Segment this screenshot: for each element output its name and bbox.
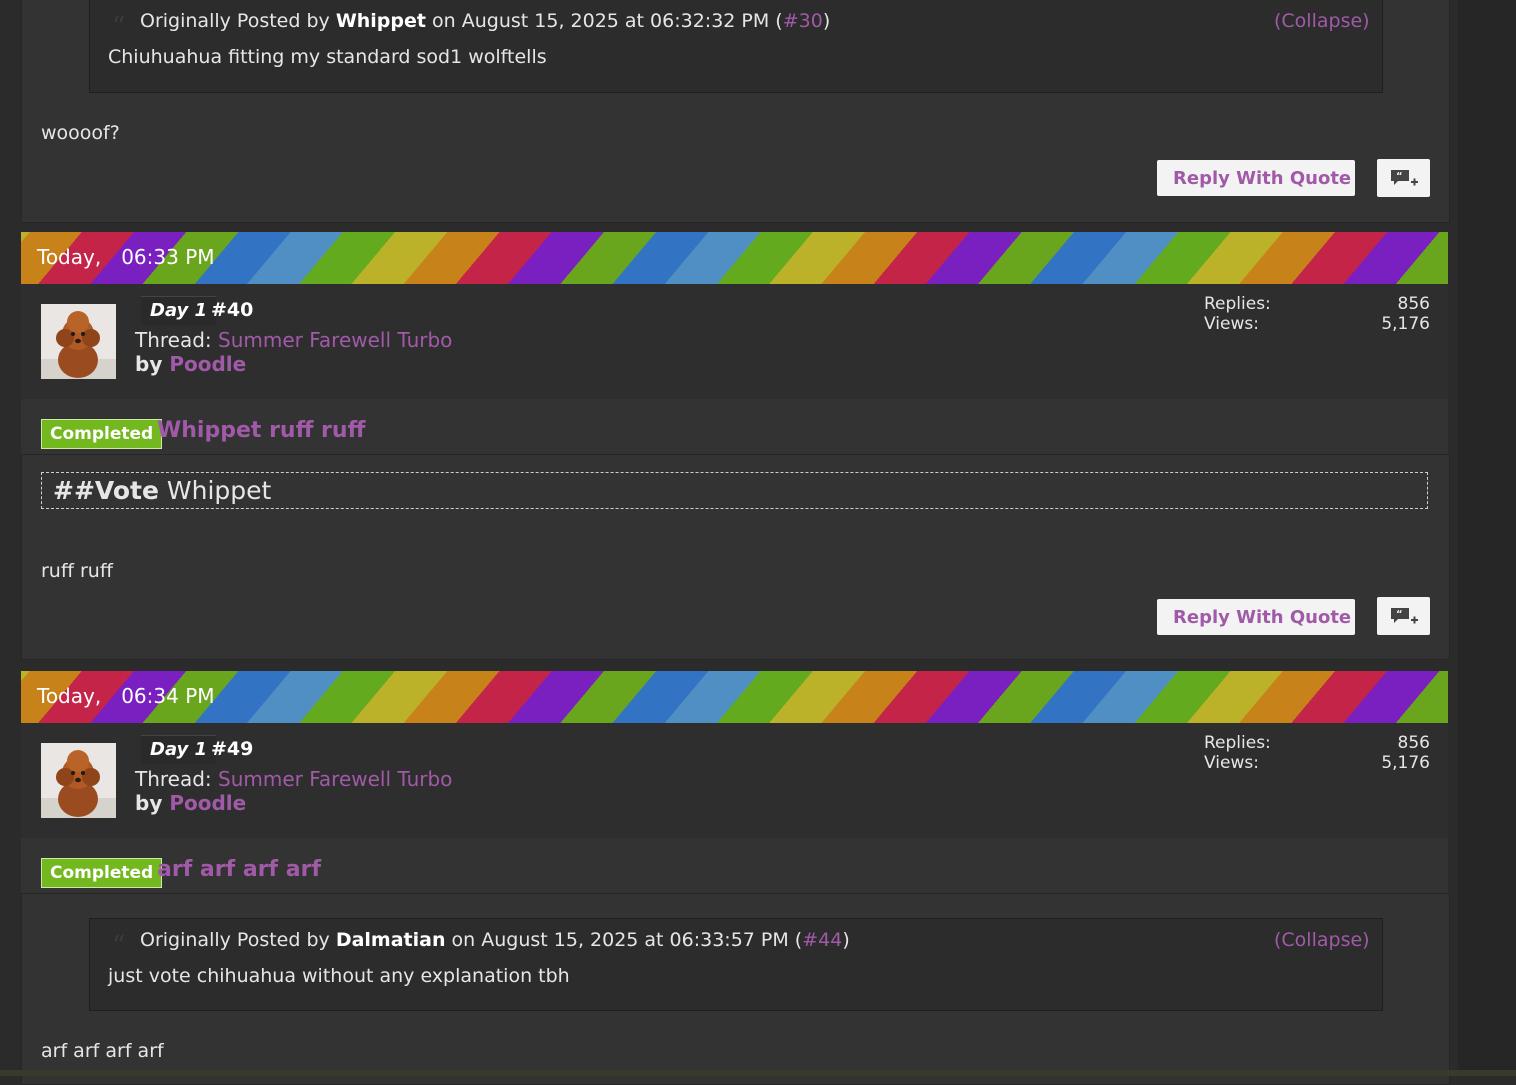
day-badge: Day 1	[141, 296, 217, 325]
day-badge: Day 1	[141, 735, 217, 764]
quote-icon: “	[112, 12, 126, 42]
quote-block: “ Originally Posted by Whippet on August…	[89, 0, 1383, 93]
post-time: 06:33 PM	[121, 245, 215, 269]
multiquote-button[interactable]: “	[1377, 159, 1430, 197]
thread-line: Thread: Summer Farewell Turbo	[135, 767, 453, 791]
quote-header: Originally Posted by Whippet on August 1…	[140, 10, 831, 32]
post-date: Today,	[37, 684, 102, 708]
multiquote-button[interactable]: “	[1377, 597, 1430, 635]
page-gutter	[1458, 0, 1516, 1076]
reply-with-quote-button[interactable]: “ Reply With Quote	[1157, 160, 1355, 196]
bottom-divider	[0, 1070, 1516, 1076]
quote-icon: “	[112, 931, 126, 961]
by-line: by Poodle	[135, 352, 247, 376]
multiquote-plus-icon: “	[1390, 170, 1418, 186]
multiquote-plus-icon: “	[1390, 608, 1418, 624]
post-date-bar: Today, 06:33 PM	[21, 232, 1448, 284]
replies-count: 856	[1397, 294, 1430, 314]
replies-count: 856	[1397, 733, 1430, 753]
post-time: 06:34 PM	[121, 684, 215, 708]
quote-block: “ Originally Posted by Dalmatian on Augu…	[89, 918, 1383, 1011]
avatar[interactable]	[41, 743, 116, 818]
thread-stats: Replies: 856 Views: 5,176	[1204, 733, 1430, 773]
thread-link[interactable]: Summer Farewell Turbo	[218, 767, 452, 791]
post-title[interactable]: arf arf arf arf	[157, 857, 321, 882]
post-info: Day 1 #49 Thread: Summer Farewell Turbo …	[21, 723, 1448, 838]
post-number[interactable]: #49	[211, 735, 253, 763]
quote-source-link[interactable]: #44	[802, 929, 842, 951]
svg-text:“: “	[1396, 171, 1403, 182]
collapse-link[interactable]: (Collapse)	[1274, 10, 1370, 32]
post-title[interactable]: Whippet ruff ruff	[157, 418, 365, 443]
post-tail: “ Originally Posted by Whippet on August…	[21, 0, 1450, 223]
collapse-link[interactable]: (Collapse)	[1274, 929, 1370, 951]
post-body: “ Originally Posted by Dalmatian on Augu…	[21, 894, 1450, 1085]
post-message: arf arf arf arf	[41, 1040, 164, 1062]
poodle-avatar-image	[41, 743, 116, 818]
views-count: 5,176	[1381, 314, 1430, 334]
vote-target: Whippet	[166, 476, 272, 505]
author-link[interactable]: Poodle	[169, 352, 246, 376]
post-title-row: Completed Whippet ruff ruff	[21, 399, 1448, 455]
quote-author: Dalmatian	[335, 929, 446, 951]
post-number[interactable]: #40	[211, 296, 253, 324]
avatar[interactable]	[41, 304, 116, 379]
quote-author: Whippet	[335, 10, 426, 32]
post-date-bar: Today, 06:34 PM	[21, 671, 1448, 723]
post-message: ruff ruff	[41, 560, 113, 582]
quote-text: just vote chihuahua without any explanat…	[108, 965, 570, 987]
status-badge: Completed	[41, 419, 163, 449]
quote-header: Originally Posted by Dalmatian on August…	[140, 929, 850, 951]
vote-box: ##Vote Whippet	[41, 472, 1428, 509]
post-message: woooof?	[41, 122, 120, 144]
svg-text:“: “	[1396, 609, 1403, 620]
thread-stats: Replies: 856 Views: 5,176	[1204, 294, 1430, 334]
post-info: Day 1 #40 Thread: Summer Farewell Turbo …	[21, 284, 1448, 399]
post-date: Today,	[37, 245, 102, 269]
status-badge: Completed	[41, 858, 163, 888]
quote-source-link[interactable]: #30	[783, 10, 823, 32]
views-count: 5,176	[1381, 753, 1430, 773]
post-title-row: Completed arf arf arf arf	[21, 838, 1448, 894]
author-link[interactable]: Poodle	[169, 791, 246, 815]
thread-line: Thread: Summer Farewell Turbo	[135, 328, 453, 352]
vote-prefix: ##Vote	[53, 476, 159, 505]
thread-link[interactable]: Summer Farewell Turbo	[218, 328, 452, 352]
poodle-avatar-image	[41, 304, 116, 379]
reply-with-quote-button[interactable]: “ Reply With Quote	[1157, 599, 1355, 635]
quote-text: Chiuhuahua fitting my standard sod1 wolf…	[108, 46, 547, 68]
by-line: by Poodle	[135, 791, 247, 815]
